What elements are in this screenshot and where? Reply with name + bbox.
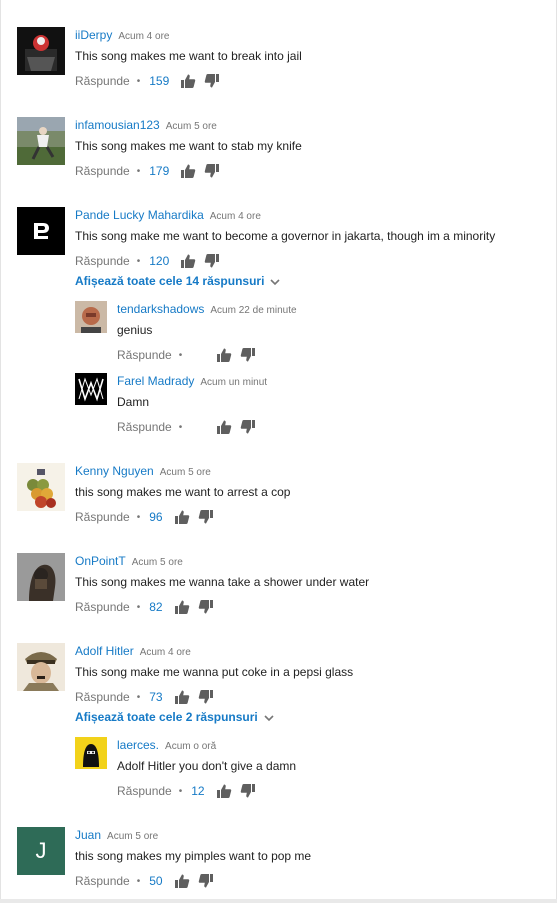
thumbs-up-icon[interactable] (174, 689, 190, 705)
comment-time[interactable]: Acum 4 ore (140, 647, 191, 658)
separator-dot: • (178, 421, 183, 433)
comment-time[interactable]: Acum 4 ore (210, 211, 261, 222)
view-replies-button[interactable]: Afișează toate cele 2 răspunsuri (75, 709, 274, 725)
comment-text: This song makes me want to stab my knife (75, 139, 302, 153)
separator-dot: • (136, 255, 141, 267)
separator-dot: • (178, 785, 183, 797)
like-count: 96 (149, 510, 163, 524)
avatar[interactable] (75, 301, 107, 333)
comment-author[interactable]: OnPointT (75, 554, 126, 568)
comment-text: This song make me wanna put coke in a pe… (75, 665, 354, 679)
thumbs-up-icon[interactable] (216, 419, 232, 435)
like-count: 73 (149, 690, 163, 704)
avatar[interactable] (17, 27, 65, 75)
comment-text: Damn (117, 395, 150, 409)
comment-author[interactable]: Farel Madrady (117, 374, 194, 388)
reply-button[interactable]: Răspunde (75, 164, 130, 178)
thumbs-down-icon[interactable] (204, 73, 220, 89)
thumbs-down-icon[interactable] (198, 599, 214, 615)
thumbs-up-icon[interactable] (180, 73, 196, 89)
thumbs-up-icon[interactable] (216, 783, 232, 799)
comment-text: Adolf Hitler you don't give a damn (117, 759, 297, 773)
comment-author[interactable]: Adolf Hitler (75, 644, 134, 658)
avatar-letter: J (35, 838, 47, 863)
thumbs-down-icon[interactable] (198, 689, 214, 705)
like-count: 82 (149, 600, 163, 614)
reply-button[interactable]: Răspunde (117, 784, 172, 798)
avatar[interactable]: J (17, 827, 65, 875)
thumbs-up-icon[interactable] (180, 163, 196, 179)
comment-author[interactable]: laerces. (117, 738, 159, 752)
thumbs-up-icon[interactable] (180, 253, 196, 269)
thumbs-down-icon[interactable] (240, 347, 256, 363)
avatar[interactable] (17, 117, 65, 165)
comment-time[interactable]: Acum 5 ore (132, 557, 183, 568)
comment-text: genius (117, 323, 153, 337)
separator-dot: • (136, 511, 141, 523)
comment-time[interactable]: Acum 22 de minute (210, 305, 296, 316)
reply-button[interactable]: Răspunde (75, 600, 130, 614)
like-count: 50 (149, 874, 163, 888)
thumbs-down-icon[interactable] (240, 783, 256, 799)
avatar[interactable] (75, 373, 107, 405)
comment-author[interactable]: Juan (75, 828, 101, 842)
comment-time[interactable]: Acum o oră (165, 741, 216, 752)
avatar[interactable] (17, 207, 65, 255)
comment-text: This song make me want to become a gover… (75, 229, 496, 243)
comment-time[interactable]: Acum 4 ore (118, 31, 169, 42)
reply-button[interactable]: Răspunde (117, 420, 172, 434)
comment-time[interactable]: Acum 5 ore (107, 831, 158, 842)
avatar[interactable] (17, 463, 65, 511)
separator-dot: • (136, 601, 141, 613)
comment-author[interactable]: Pande Lucky Mahardika (75, 208, 204, 222)
separator-dot: • (178, 349, 183, 361)
comment-text: this song makes my pimples want to pop m… (75, 849, 312, 863)
reply-button[interactable]: Răspunde (75, 690, 130, 704)
comment-text: this song makes me want to arrest a cop (75, 485, 291, 499)
separator-dot: • (136, 875, 141, 887)
reply-button[interactable]: Răspunde (75, 254, 130, 268)
thumbs-up-icon[interactable] (174, 509, 190, 525)
comment-author[interactable]: Kenny Nguyen (75, 464, 154, 478)
comment-author[interactable]: infamousian123 (75, 118, 160, 132)
comment-author[interactable]: iiDerpy (75, 28, 112, 42)
comment-time[interactable]: Acum un minut (200, 377, 267, 388)
thumbs-up-icon[interactable] (174, 873, 190, 889)
thumbs-down-icon[interactable] (240, 419, 256, 435)
reply-button[interactable]: Răspunde (75, 510, 130, 524)
like-count: 120 (149, 254, 170, 268)
like-count: 179 (149, 164, 170, 178)
separator-dot: • (136, 75, 141, 87)
thumbs-up-icon[interactable] (174, 599, 190, 615)
thumbs-down-icon[interactable] (198, 873, 214, 889)
comment-time[interactable]: Acum 5 ore (160, 467, 211, 478)
reply-button[interactable]: Răspunde (117, 348, 172, 362)
separator-dot: • (136, 165, 141, 177)
thumbs-up-icon[interactable] (216, 347, 232, 363)
comment-text: This song makes me want to break into ja… (75, 49, 302, 63)
chevron-down-icon (270, 274, 280, 290)
like-count: 12 (191, 784, 205, 798)
comment-text: This song makes me wanna take a shower u… (75, 575, 370, 589)
thumbs-down-icon[interactable] (204, 253, 220, 269)
avatar[interactable] (75, 737, 107, 769)
view-replies-button[interactable]: Afișează toate cele 14 răspunsuri (75, 273, 280, 289)
comment-time[interactable]: Acum 5 ore (166, 121, 217, 132)
reply-button[interactable]: Răspunde (75, 74, 130, 88)
like-count: 159 (149, 74, 170, 88)
avatar[interactable] (17, 643, 65, 691)
bottom-divider (0, 899, 557, 903)
avatar[interactable] (17, 553, 65, 601)
comments-panel: iiDerpy Acum 4 ore This song makes me wan… (0, 0, 557, 900)
reply-button[interactable]: Răspunde (75, 874, 130, 888)
view-replies-label: Afișează toate cele 2 răspunsuri (75, 710, 258, 724)
separator-dot: • (136, 691, 141, 703)
comment-author[interactable]: tendarkshadows (117, 302, 204, 316)
thumbs-down-icon[interactable] (198, 509, 214, 525)
thumbs-down-icon[interactable] (204, 163, 220, 179)
chevron-down-icon (264, 710, 274, 726)
view-replies-label: Afișează toate cele 14 răspunsuri (75, 274, 265, 288)
